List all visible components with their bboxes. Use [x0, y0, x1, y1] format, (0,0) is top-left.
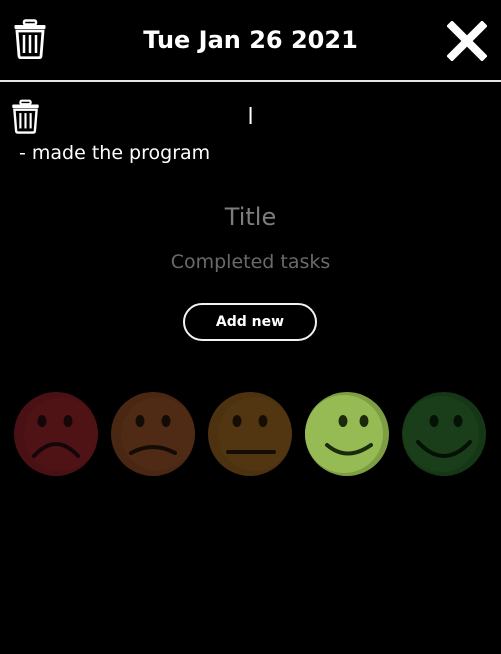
- add-new-button[interactable]: Add new: [183, 303, 317, 341]
- mood-very-happy-button[interactable]: [400, 390, 488, 478]
- close-icon: [446, 20, 488, 62]
- happy-face-icon: [305, 392, 389, 476]
- close-button[interactable]: [446, 20, 488, 62]
- header-bar: Tue Jan 26 2021: [0, 0, 501, 81]
- sad-face-icon: [111, 392, 195, 476]
- mood-selector: [0, 390, 501, 480]
- app-window: Tue Jan 26 2021 l - made the program Add…: [0, 0, 501, 654]
- very-happy-face-icon: [402, 392, 486, 476]
- header-divider: [0, 80, 501, 82]
- entry-title: l: [247, 105, 254, 130]
- mood-sad-button[interactable]: [109, 390, 197, 478]
- title-input[interactable]: [100, 199, 401, 235]
- mood-very-sad-button[interactable]: [12, 390, 100, 478]
- page-title: Tue Jan 26 2021: [143, 26, 358, 54]
- mood-happy-button[interactable]: [303, 390, 391, 478]
- very-sad-face-icon: [14, 392, 98, 476]
- mood-neutral-button[interactable]: [206, 390, 294, 478]
- entry-task: - made the program: [19, 142, 211, 164]
- neutral-face-icon: [208, 392, 292, 476]
- completed-tasks-input[interactable]: [100, 248, 401, 276]
